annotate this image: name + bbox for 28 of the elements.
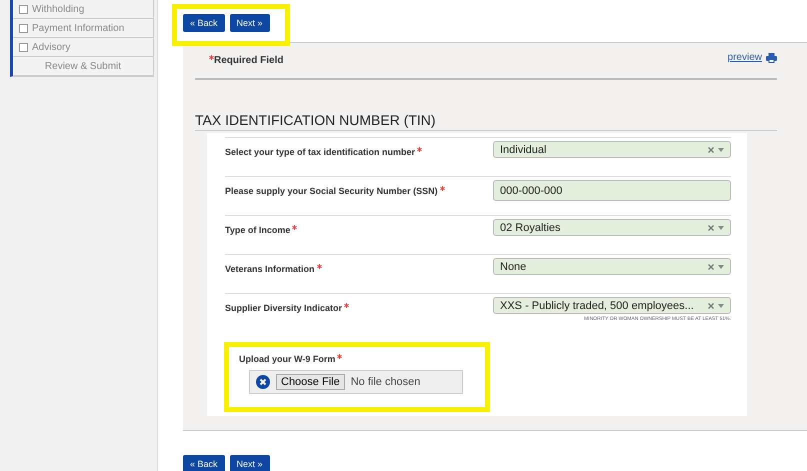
field-label: Upload your W-9 Form: [239, 354, 491, 364]
clear-icon[interactable]: [708, 146, 714, 152]
clear-icon[interactable]: [708, 302, 714, 308]
printer-icon[interactable]: [766, 52, 777, 62]
choose-file-button[interactable]: Choose File: [276, 374, 345, 390]
back-button[interactable]: « Back: [183, 455, 225, 471]
field-label: Veterans Information: [225, 258, 322, 293]
input-field[interactable]: 000-000-000: [493, 180, 731, 201]
next-button[interactable]: Next »: [230, 455, 270, 471]
preview-link[interactable]: preview: [728, 52, 762, 63]
select-field[interactable]: Individual: [493, 141, 731, 158]
section-title: TAX IDENTIFICATION NUMBER (TIN): [195, 112, 777, 131]
field-label: Supplier Diversity Indicator: [225, 297, 350, 332]
select-field[interactable]: XXS - Publicly traded, 500 employees...: [493, 297, 731, 314]
clear-icon[interactable]: [708, 224, 714, 230]
file-status: No file chosen: [350, 376, 420, 388]
select-field[interactable]: None: [493, 258, 731, 275]
field-label: Type of Income: [225, 219, 298, 254]
required-note: Required Field: [207, 55, 284, 66]
select-field[interactable]: 02 Royalties: [493, 219, 731, 236]
field-label: Please supply your Social Security Number (SSN): [225, 180, 445, 215]
next-button[interactable]: Next »: [230, 14, 270, 32]
field-label: Select your type of tax identification number: [225, 141, 422, 176]
required-asterisk-icon: [209, 55, 214, 60]
back-button[interactable]: « Back: [183, 14, 225, 32]
remove-icon[interactable]: [256, 375, 270, 389]
file-input[interactable]: Choose File No file chosen: [249, 370, 463, 394]
clear-icon[interactable]: [708, 264, 714, 270]
